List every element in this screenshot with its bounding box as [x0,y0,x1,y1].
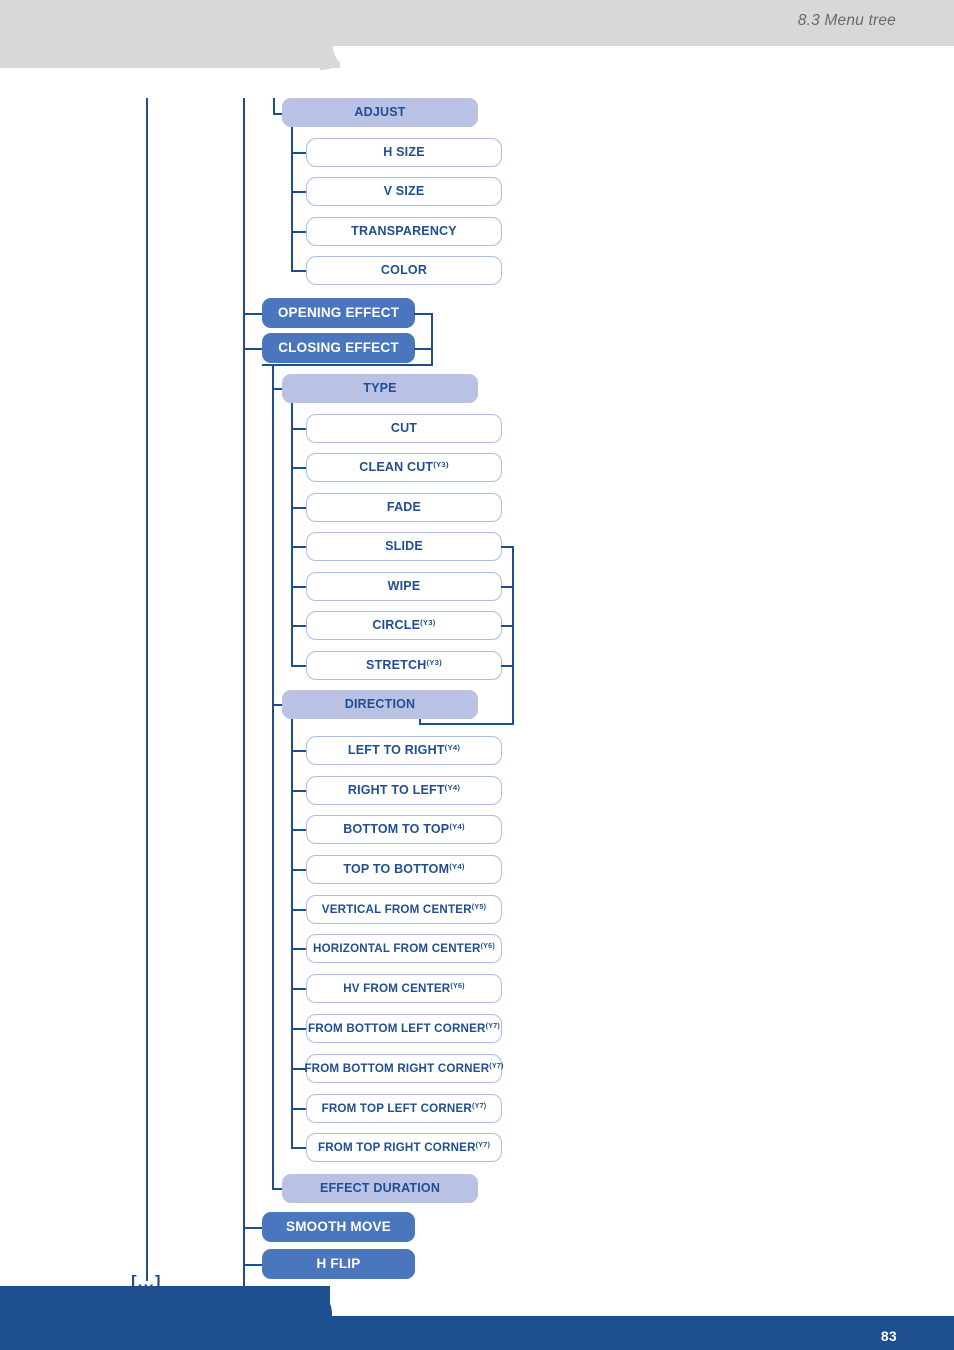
connector-direction-branch-7 [291,1028,307,1030]
node-v-size-label: V SIZE [383,184,425,199]
node-right-to-left[interactable]: RIGHT TO LEFT (Y4) [306,776,502,805]
connector-effect-bracket-bottom [262,364,433,366]
node-from-bottom-left-corner[interactable]: FROM BOTTOM LEFT CORNER (Y7) [306,1014,502,1043]
node-horizontal-from-center-label: HORIZONTAL FROM CENTER [313,941,481,955]
node-adjust-label: ADJUST [354,105,406,120]
node-from-top-left-corner-label: FROM TOP LEFT CORNER [321,1101,473,1115]
node-from-bottom-right-corner[interactable]: FROM BOTTOM RIGHT CORNER (Y7) [304,1054,503,1083]
connector-direction-branch-1 [291,790,307,792]
node-smooth-move[interactable]: SMOOTH MOVE [262,1212,415,1242]
connector-type-branch-5 [291,625,307,627]
node-left-to-right[interactable]: LEFT TO RIGHT (Y4) [306,736,502,765]
node-wipe-label: WIPE [387,579,421,594]
connector-type-right-bracket-v [512,546,514,725]
node-type-label: TYPE [363,381,397,396]
node-fade-label: FADE [386,500,422,515]
node-wipe[interactable]: WIPE [306,572,502,601]
connector-direction-branch-6 [291,988,307,990]
node-color[interactable]: COLOR [306,256,502,285]
node-hv-from-center-label: HV FROM CENTER [343,981,451,995]
connector-type-branch-3 [291,546,307,548]
node-top-to-bottom[interactable]: TOP TO BOTTOM (Y4) [306,855,502,884]
connector-opening-effect [243,313,264,315]
connector-adjust-branch-0 [291,152,307,154]
node-opening-effect-label: OPENING EFFECT [277,305,400,321]
node-opening-effect[interactable]: OPENING EFFECT [262,298,415,328]
node-fade[interactable]: FADE [306,493,502,522]
footer-band-right [0,1316,954,1350]
connector-direction-branch-2 [291,829,307,831]
connector-adjust-branch-2 [291,231,307,233]
node-smooth-move-label: SMOOTH MOVE [286,1219,391,1235]
node-direction[interactable]: DIRECTION [282,690,478,719]
node-cut[interactable]: CUT [306,414,502,443]
node-closing-effect-label: CLOSING EFFECT [278,340,399,356]
node-slide[interactable]: SLIDE [306,532,502,561]
menu-tree-diagram: ADJUST H SIZE V SIZE TRANSPARENCY COLOR … [0,0,954,1350]
footer-band-left [0,1286,330,1316]
node-h-flip-label: H FLIP [316,1256,361,1272]
node-effect-duration-label: EFFECT DURATION [319,1181,441,1196]
connector-type-branch-4 [291,586,307,588]
node-v-size[interactable]: V SIZE [306,177,502,206]
node-horizontal-from-center[interactable]: HORIZONTAL FROM CENTER (Y6) [306,934,502,963]
node-transparency-label: TRANSPARENCY [351,224,457,239]
node-h-size[interactable]: H SIZE [306,138,502,167]
node-from-top-right-corner-label: FROM TOP RIGHT CORNER [317,1140,476,1154]
connector-closing-effect [243,348,264,350]
connector-smooth-move [243,1227,264,1229]
node-stretch[interactable]: STRETCH (Y3) [306,651,502,680]
node-clean-cut-label: CLEAN CUT [359,460,434,475]
connector-direction-spine [291,719,293,1149]
connector-effect-bracket-v [431,313,433,366]
node-cut-label: CUT [390,421,418,436]
document-page: 8.3 Menu tree ADJUST H SIZE V SIZE TRANS… [0,0,954,1350]
connector-direction-branch-10 [291,1147,307,1149]
node-bottom-to-top-label: BOTTOM TO TOP [343,822,450,837]
node-closing-effect[interactable]: CLOSING EFFECT [262,333,415,363]
node-clean-cut[interactable]: CLEAN CUT (Y3) [306,453,502,482]
node-effect-duration[interactable]: EFFECT DURATION [282,1174,478,1203]
connector-direction-branch-9 [291,1108,307,1110]
connector-type-branch-2 [291,507,307,509]
node-direction-label: DIRECTION [344,697,416,712]
node-from-top-right-corner[interactable]: FROM TOP RIGHT CORNER (Y7) [306,1133,502,1162]
node-slide-label: SLIDE [385,539,423,554]
connector-h-flip [243,1264,264,1266]
node-h-flip[interactable]: H FLIP [262,1249,415,1279]
node-left-to-right-label: LEFT TO RIGHT [347,743,445,758]
connector-adjust-branch-3 [291,270,307,272]
connector-direction-branch-4 [291,909,307,911]
node-circle[interactable]: CIRCLE (Y3) [306,611,502,640]
connector-direction-branch-3 [291,869,307,871]
connector-effect-children-spine [272,364,274,1189]
page-number: 83 [880,1328,897,1344]
node-h-size-label: H SIZE [383,145,425,160]
connector-type-branch-0 [291,428,307,430]
trunk-line-inner [243,98,245,1292]
node-right-to-left-label: RIGHT TO LEFT [347,783,445,798]
node-bottom-to-top[interactable]: BOTTOM TO TOP (Y4) [306,815,502,844]
connector-adjust-branch-1 [291,191,307,193]
connector-type-branch-1 [291,467,307,469]
node-from-bottom-left-corner-label: FROM BOTTOM LEFT CORNER [307,1021,486,1035]
node-stretch-label: STRETCH [366,658,427,673]
node-vertical-from-center[interactable]: VERTICAL FROM CENTER (Y5) [306,895,502,924]
node-top-to-bottom-label: TOP TO BOTTOM [343,862,450,877]
connector-type-right-bracket-bottom [420,723,514,725]
node-adjust[interactable]: ADJUST [282,98,478,127]
node-hv-from-center[interactable]: HV FROM CENTER (Y6) [306,974,502,1003]
connector-direction-branch-5 [291,948,307,950]
node-vertical-from-center-label: VERTICAL FROM CENTER [321,902,472,916]
connector-adjust-spine [291,127,293,271]
connector-type-branch-6 [291,665,307,667]
node-from-top-left-corner[interactable]: FROM TOP LEFT CORNER (Y7) [306,1094,502,1123]
connector-direction-branch-0 [291,750,307,752]
trunk-line-outer [146,98,148,1281]
node-transparency[interactable]: TRANSPARENCY [306,217,502,246]
node-type[interactable]: TYPE [282,374,478,403]
node-from-bottom-right-corner-label: FROM BOTTOM RIGHT CORNER [304,1061,490,1075]
node-color-label: COLOR [380,263,428,278]
node-circle-label: CIRCLE [372,618,421,633]
